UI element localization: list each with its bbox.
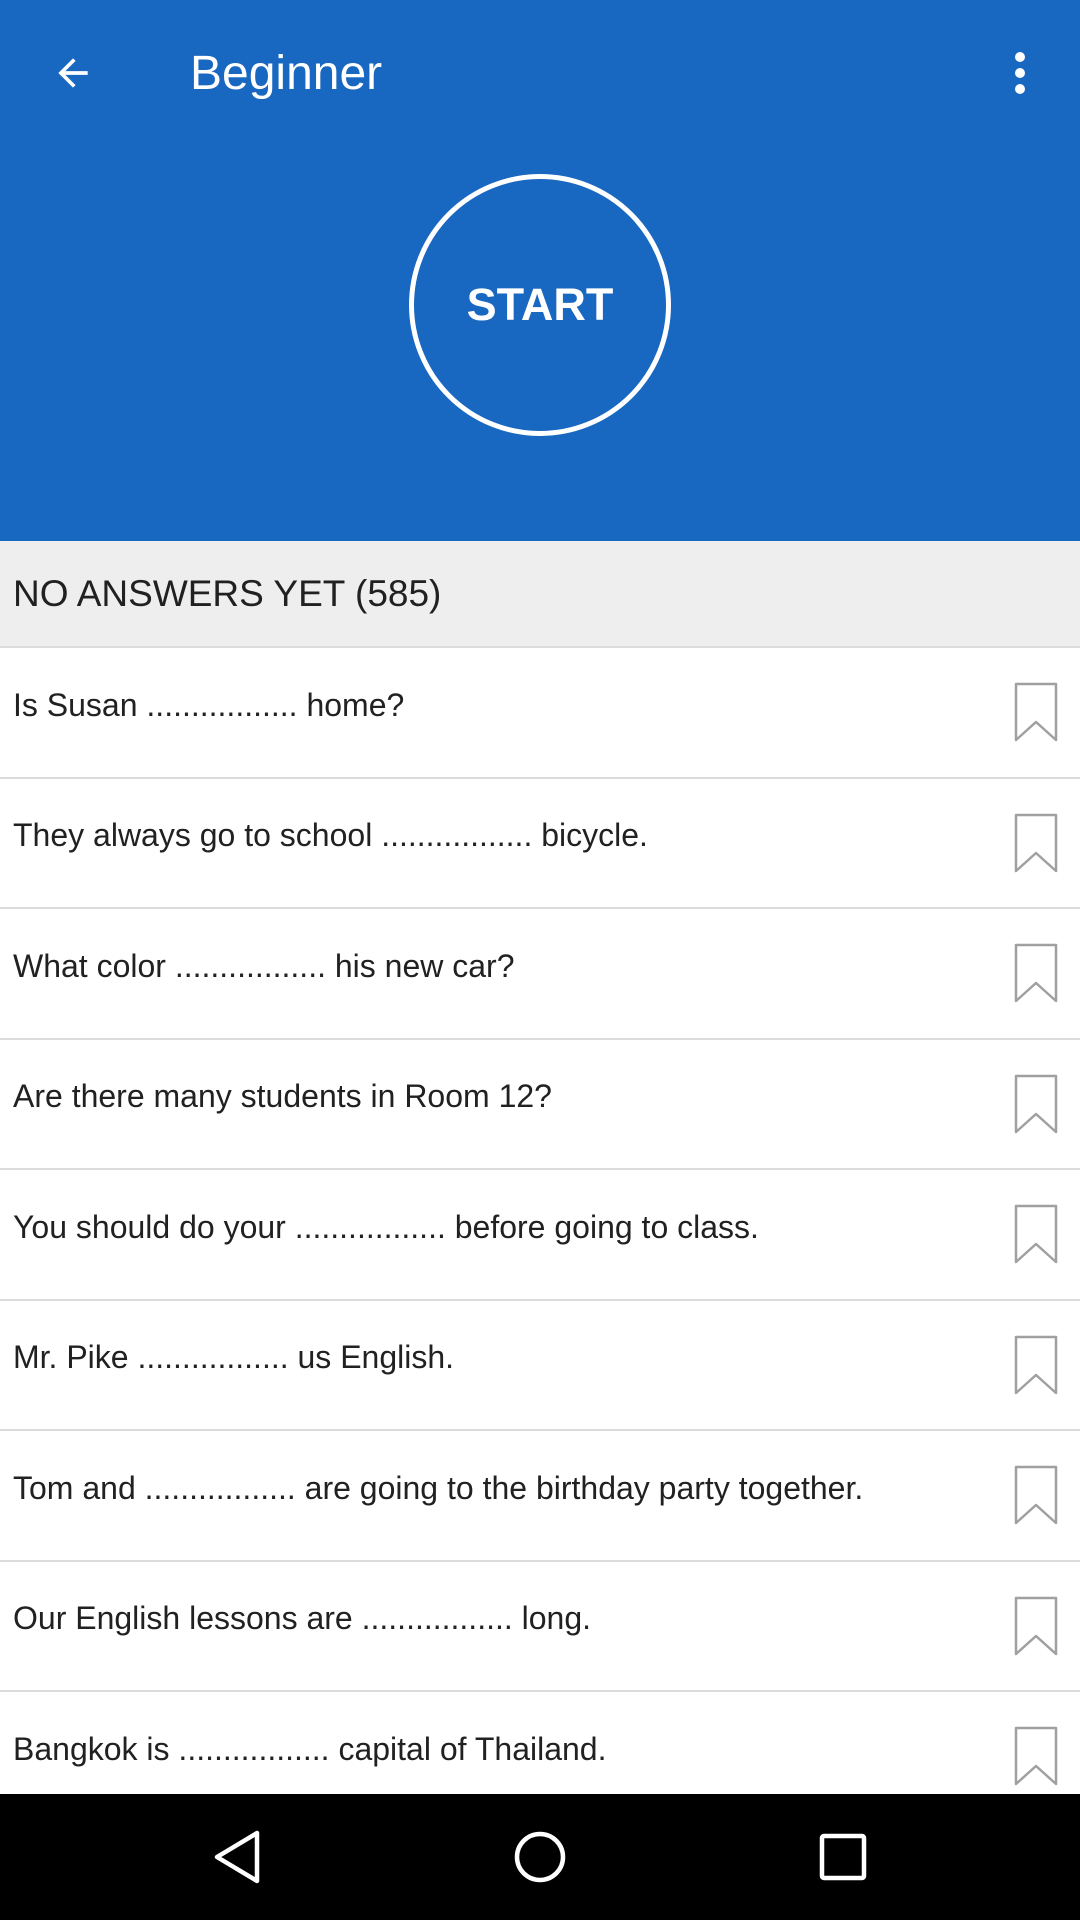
bookmark-outline-icon <box>1014 813 1058 872</box>
bookmark-button[interactable] <box>1014 1596 1058 1656</box>
bookmark-outline-icon <box>1014 1205 1058 1264</box>
bookmark-outline-icon <box>1014 683 1058 742</box>
list-item[interactable]: Tom and ................. are going to t… <box>0 1431 1080 1562</box>
system-nav-bar <box>0 1794 1080 1920</box>
arrow-left-icon <box>58 58 88 88</box>
question-text: Mr. Pike ................. us English. <box>13 1339 455 1376</box>
section-title: NO ANSWERS YET (585) <box>13 572 442 614</box>
page-title: Beginner <box>190 47 383 100</box>
start-button[interactable]: START <box>409 174 671 436</box>
bookmark-outline-icon <box>1014 1466 1058 1525</box>
list-item[interactable]: Bangkok is ................. capital of … <box>0 1692 1080 1794</box>
bookmark-outline-icon <box>1014 1727 1058 1786</box>
section-header: NO ANSWERS YET (585) <box>0 541 1080 648</box>
question-text: Our English lessons are ................… <box>13 1600 592 1637</box>
bookmark-button[interactable] <box>1014 943 1058 1003</box>
nav-recents-icon <box>819 1833 867 1881</box>
list-item[interactable]: Are there many students in Room 12? <box>0 1040 1080 1170</box>
bookmark-button[interactable] <box>1014 1465 1058 1525</box>
nav-home-button[interactable] <box>505 1822 575 1892</box>
list-item[interactable]: Is Susan ................. home? <box>0 648 1080 779</box>
list-item[interactable]: What color ................. his new car… <box>0 909 1080 1040</box>
back-button[interactable] <box>38 38 108 108</box>
question-text: Tom and ................. are going to t… <box>13 1469 864 1506</box>
question-text: Is Susan ................. home? <box>13 686 405 723</box>
list-item[interactable]: You should do your ................. bef… <box>0 1170 1080 1301</box>
question-text: What color ................. his new car… <box>13 947 515 984</box>
nav-recents-button[interactable] <box>808 1822 878 1892</box>
bookmark-button[interactable] <box>1014 1335 1058 1395</box>
bookmark-button[interactable] <box>1014 813 1058 873</box>
bookmark-button[interactable] <box>1014 1074 1058 1134</box>
more-options-button[interactable] <box>990 38 1050 108</box>
more-vert-icon <box>1015 52 1025 94</box>
app-header: Beginner START <box>0 0 1080 541</box>
bookmark-button[interactable] <box>1014 1204 1058 1264</box>
question-text: Bangkok is ................. capital of … <box>13 1730 607 1767</box>
bookmark-outline-icon <box>1014 944 1058 1003</box>
bookmark-outline-icon <box>1014 1596 1058 1655</box>
question-list: Is Susan ................. home? They al… <box>0 648 1080 1794</box>
bookmark-outline-icon <box>1014 1074 1058 1133</box>
nav-back-icon <box>214 1830 260 1884</box>
nav-home-icon <box>514 1831 566 1883</box>
bookmark-button[interactable] <box>1014 1726 1058 1786</box>
question-text: They always go to school ...............… <box>13 817 648 854</box>
bookmark-outline-icon <box>1014 1335 1058 1394</box>
list-item[interactable]: They always go to school ...............… <box>0 779 1080 909</box>
question-text: You should do your ................. bef… <box>13 1208 759 1245</box>
list-item[interactable]: Mr. Pike ................. us English. <box>0 1301 1080 1431</box>
list-item[interactable]: Our English lessons are ................… <box>0 1562 1080 1692</box>
question-text: Are there many students in Room 12? <box>13 1078 552 1115</box>
nav-back-button[interactable] <box>202 1822 272 1892</box>
bookmark-button[interactable] <box>1014 682 1058 742</box>
